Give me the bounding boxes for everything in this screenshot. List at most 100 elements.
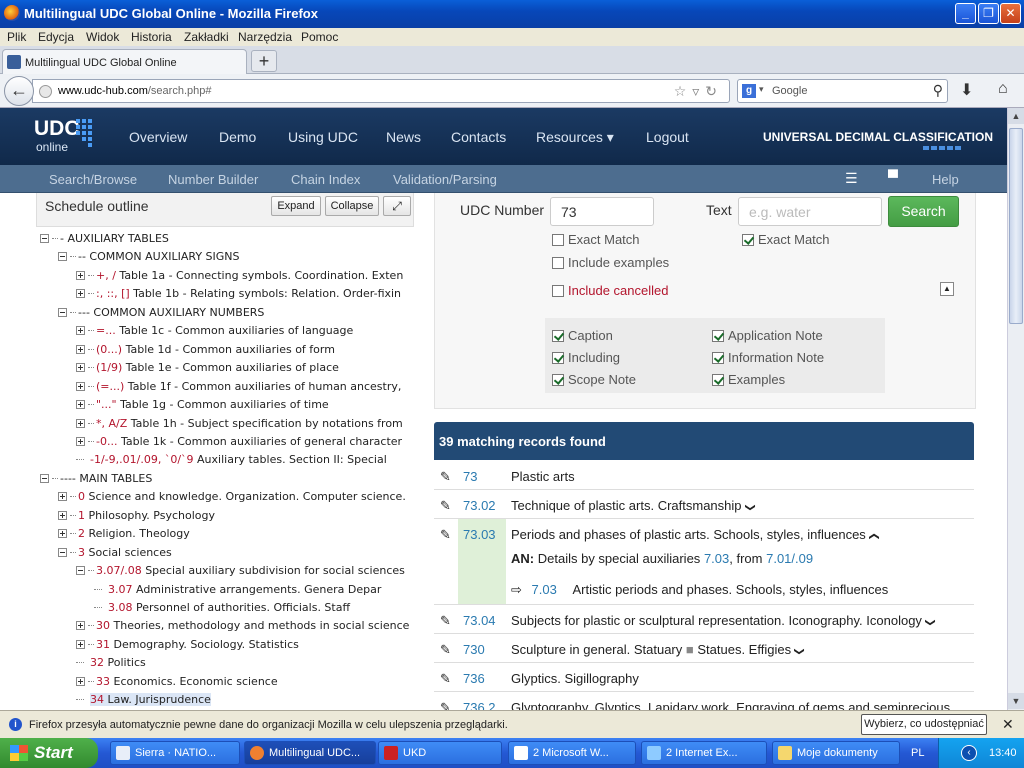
expand-node-icon[interactable] <box>58 492 67 502</box>
expand-node-icon[interactable] <box>76 436 85 446</box>
tree-node-label[interactable]: ---- MAIN TABLES <box>60 472 152 485</box>
exact-match-udc-checkbox[interactable]: Exact Match <box>552 232 640 248</box>
edit-pencil-icon[interactable]: ✎ <box>440 498 451 514</box>
include-cancelled-checkbox[interactable]: Include cancelled <box>552 283 668 299</box>
maximize-button[interactable]: ❐ <box>978 3 999 24</box>
tree-row[interactable]: -1/-9,.01/.09, `0/`9 Auxiliary tables. S… <box>76 451 387 469</box>
tree-node-label[interactable]: 1 Philosophy. Psychology <box>78 509 215 522</box>
tree-row[interactable]: 2 Religion. Theology <box>58 525 190 543</box>
field-application-note-checkbox[interactable]: Application Note <box>712 328 823 344</box>
expand-node-icon[interactable] <box>76 400 85 410</box>
tree-node-label[interactable]: 34 Law. Jurisprudence <box>90 693 211 707</box>
tree-node-label[interactable]: 32 Politics <box>90 656 146 669</box>
minimize-button[interactable]: _ <box>955 3 976 24</box>
edit-pencil-icon[interactable]: ✎ <box>440 613 451 629</box>
tree-row[interactable]: - AUXILIARY TABLES <box>40 230 169 248</box>
list-view-icon[interactable]: ☰ <box>845 170 858 187</box>
subnav-help[interactable]: Help <box>932 172 959 187</box>
tree-node-label[interactable]: 33 Economics. Economic science <box>96 675 278 688</box>
tree-node-label[interactable]: *, A/Z Table 1h - Subject specification … <box>96 417 403 430</box>
tree-row[interactable]: "..." Table 1g - Common auxiliaries of t… <box>76 396 329 414</box>
edit-pencil-icon[interactable]: ✎ <box>440 700 451 710</box>
subnav-search-browse[interactable]: Search/Browse <box>49 172 137 187</box>
field-caption-checkbox[interactable]: Caption <box>552 328 613 344</box>
tree-node-label[interactable]: --- COMMON AUXILIARY NUMBERS <box>78 306 264 319</box>
menu-zakladki[interactable]: Zakładki <box>184 30 229 44</box>
expand-node-icon[interactable] <box>58 529 67 539</box>
nav-resources[interactable]: Resources ▾ <box>536 129 614 146</box>
tree-row[interactable]: -0... Table 1k - Common auxiliaries of g… <box>76 433 402 451</box>
expand-button[interactable]: Expand <box>271 196 321 216</box>
task-word[interactable]: 2 Microsoft W... <box>508 741 636 765</box>
fullscreen-icon[interactable]: ⤢ <box>383 196 411 216</box>
tree-node-label[interactable]: -0... Table 1k - Common auxiliaries of g… <box>96 435 402 448</box>
search-icon[interactable]: ⚲ <box>933 82 943 99</box>
field-examples-checkbox[interactable]: Examples <box>712 372 785 388</box>
vertical-scrollbar[interactable]: ▲ ▼ <box>1007 108 1024 710</box>
tree-row[interactable]: 30 Theories, methodology and methods in … <box>76 617 409 635</box>
tree-row[interactable]: 1 Philosophy. Psychology <box>58 507 215 525</box>
new-tab-button[interactable]: + <box>251 50 277 72</box>
result-notation-link[interactable]: 73.02 <box>463 498 496 513</box>
expand-node-icon[interactable] <box>76 326 85 336</box>
tree-node-label[interactable]: 30 Theories, methodology and methods in … <box>96 619 409 632</box>
edit-pencil-icon[interactable]: ✎ <box>440 469 451 485</box>
task-sierra[interactable]: Sierra · NATIO... <box>110 741 240 765</box>
tree-node-label[interactable]: -1/-9,.01/.09, `0/`9 Auxiliary tables. S… <box>90 453 387 466</box>
nav-overview[interactable]: Overview <box>129 129 187 145</box>
nav-logout[interactable]: Logout <box>646 129 689 145</box>
collapse-node-icon[interactable] <box>58 252 67 262</box>
tree-row[interactable]: 3 Social sciences <box>58 544 172 562</box>
tree-row[interactable]: (1/9) Table 1e - Common auxiliaries of p… <box>76 359 339 377</box>
menu-widok[interactable]: Widok <box>86 30 119 44</box>
menu-narzedzia[interactable]: Narzędzia <box>238 30 292 44</box>
tree-node-label[interactable]: 2 Religion. Theology <box>78 527 190 540</box>
expand-node-icon[interactable] <box>76 270 85 280</box>
menu-plik[interactable]: Plik <box>7 30 26 44</box>
tree-row[interactable]: 0 Science and knowledge. Organization. C… <box>58 488 406 506</box>
field-including-checkbox[interactable]: Including <box>552 350 620 366</box>
tree-node-label[interactable]: 31 Demography. Sociology. Statistics <box>96 638 299 651</box>
tree-node-label[interactable]: 3.07/.08 Special auxiliary subdivision f… <box>96 564 405 577</box>
back-button[interactable]: ← <box>4 76 34 106</box>
comment-icon[interactable]: ▀ <box>888 169 898 185</box>
tree-row[interactable]: :, ::, [] Table 1b - Relating symbols: R… <box>76 285 401 303</box>
result-notation-link[interactable]: 73 <box>463 469 477 484</box>
expand-node-icon[interactable] <box>76 418 85 428</box>
collapse-node-icon[interactable] <box>58 547 67 557</box>
tree-node-label[interactable]: - AUXILIARY TABLES <box>60 232 169 245</box>
tree-node-label[interactable]: 0 Science and knowledge. Organization. C… <box>78 490 406 503</box>
tree-node-label[interactable]: -- COMMON AUXILIARY SIGNS <box>78 250 240 263</box>
tree-node-label[interactable]: =... Table 1c - Common auxiliaries of la… <box>96 324 353 337</box>
tree-row[interactable]: 3.07 Administrative arrangements. Genera… <box>94 581 381 599</box>
tree-node-label[interactable]: (=...) Table 1f - Common auxiliaries of … <box>96 380 401 393</box>
result-notation-link[interactable]: 736.2 <box>463 700 496 710</box>
nav-using-udc[interactable]: Using UDC <box>288 129 358 145</box>
task-my-documents[interactable]: Moje dokumenty <box>772 741 900 765</box>
start-button[interactable]: Start <box>0 738 98 768</box>
menu-pomoc[interactable]: Pomoc <box>301 30 338 44</box>
tree-row[interactable]: --- COMMON AUXILIARY NUMBERS <box>58 304 264 322</box>
close-button[interactable]: ✕ <box>1000 3 1021 24</box>
download-icon[interactable]: ⬇ <box>960 80 973 100</box>
expand-node-icon[interactable] <box>76 621 85 631</box>
menu-edycja[interactable]: Edycja <box>38 30 74 44</box>
task-ukd[interactable]: UKD <box>378 741 502 765</box>
tree-row[interactable]: =... Table 1c - Common auxiliaries of la… <box>76 322 353 340</box>
result-notation-link[interactable]: 736 <box>463 671 485 686</box>
field-information-note-checkbox[interactable]: Information Note <box>712 350 824 366</box>
task-ie[interactable]: 2 Internet Ex... <box>641 741 767 765</box>
choose-sharing-button[interactable]: Wybierz, co udostępniać <box>861 714 987 735</box>
text-search-input[interactable]: e.g. water <box>738 197 882 226</box>
expand-node-icon[interactable] <box>76 676 85 686</box>
tree-node-label[interactable]: (0...) Table 1d - Common auxiliaries of … <box>96 343 335 356</box>
tree-row[interactable]: +, / Table 1a - Connecting symbols. Coor… <box>76 267 403 285</box>
chevron-up-icon[interactable]: ❮ <box>868 532 879 540</box>
tree-node-label[interactable]: "..." Table 1g - Common auxiliaries of t… <box>96 398 329 411</box>
tree-node-label[interactable]: +, / Table 1a - Connecting symbols. Coor… <box>96 269 403 282</box>
field-scope-note-checkbox[interactable]: Scope Note <box>552 372 636 388</box>
close-icon[interactable]: ✕ <box>1002 716 1014 733</box>
tree-row[interactable]: 31 Demography. Sociology. Statistics <box>76 636 299 654</box>
udc-number-input[interactable]: 73 <box>550 197 654 226</box>
expand-node-icon[interactable] <box>76 363 85 373</box>
